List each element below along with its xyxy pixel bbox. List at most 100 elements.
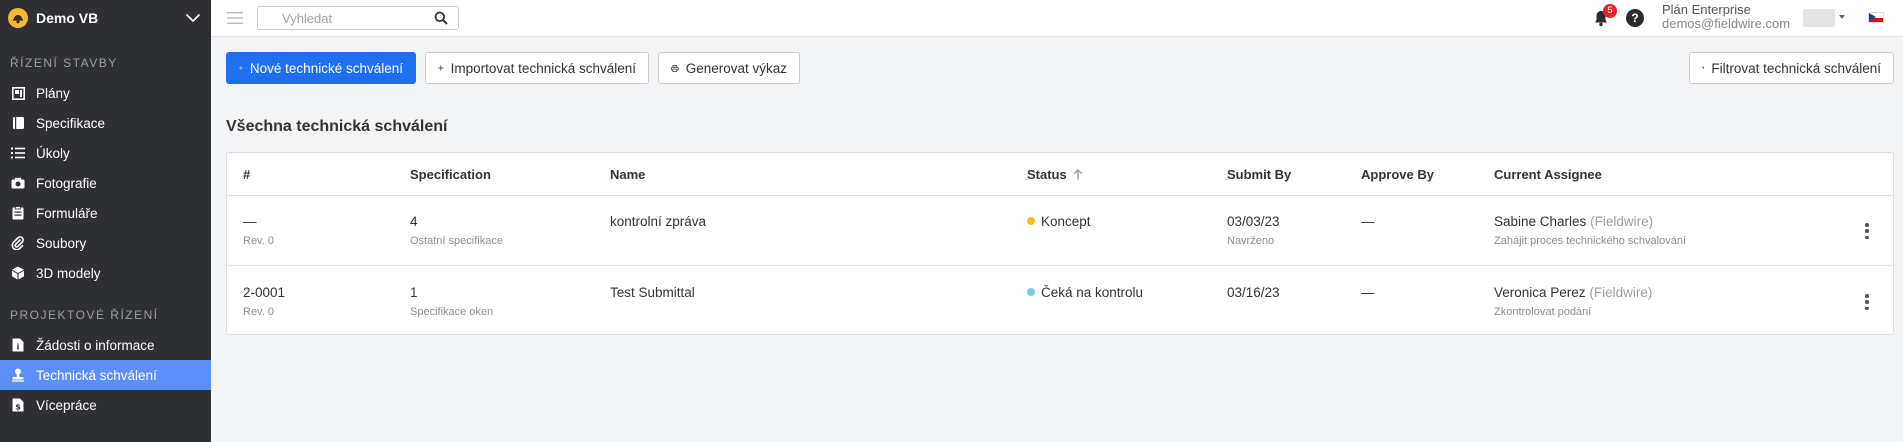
submittal-number-cell: 2-0001 Rev. 0 <box>243 284 285 319</box>
top-bar: 5 ? Plán Enterprise demos@fieldwire.com <box>211 0 1903 37</box>
submittal-name: Test Submittal <box>610 285 695 300</box>
new-submittal-label: Nové technické schválení <box>249 60 403 76</box>
import-submittals-label: Importovat technická schválení <box>450 60 636 76</box>
spec-name: Ostatní specifikace <box>410 235 503 247</box>
approve-by-cell: — <box>1361 213 1375 231</box>
sidebar-item-label: Plány <box>36 85 70 101</box>
column-header-approve-by[interactable]: Approve By <box>1361 167 1434 182</box>
spec-number: 4 <box>410 214 418 229</box>
column-header-number[interactable]: # <box>243 167 250 182</box>
approve-by-date: — <box>1361 214 1375 229</box>
table-row[interactable]: 2-0001 Rev. 0 1 Specifikace oken Test Su… <box>227 267 1893 337</box>
assignee-name: Sabine Charles <box>1494 214 1587 229</box>
submittal-number-cell: — Rev. 0 <box>243 213 274 248</box>
hamburger-menu-icon[interactable] <box>227 11 243 25</box>
name-cell: Test Submittal <box>610 284 695 302</box>
project-logo-icon <box>8 8 28 28</box>
specification-cell: 1 Specifikace oken <box>410 284 493 319</box>
sidebar: Demo VB Řízení stavby Plány Specifikace … <box>0 0 211 442</box>
row-more-options-icon[interactable] <box>1865 223 1869 239</box>
help-icon[interactable]: ? <box>1626 9 1644 27</box>
submit-by-cell: 03/16/23 <box>1227 284 1280 302</box>
sidebar-item-specifications[interactable]: Specifikace <box>0 108 211 138</box>
submit-by-date: 03/03/23 <box>1227 214 1280 229</box>
sidebar-item-label: Technická schválení <box>36 367 157 383</box>
czech-flag-icon[interactable] <box>1868 12 1884 23</box>
sort-ascending-icon <box>1073 169 1082 180</box>
specification-cell: 4 Ostatní specifikace <box>410 213 503 248</box>
generate-report-label: Generovat výkaz <box>685 60 787 76</box>
sidebar-item-3d-models[interactable]: 3D modely <box>0 258 211 288</box>
change-order-icon: $ <box>10 397 26 413</box>
search-icon[interactable] <box>434 11 448 25</box>
sidebar-item-photos[interactable]: Fotografie <box>0 168 211 198</box>
sidebar-item-plans[interactable]: Plány <box>0 78 211 108</box>
caret-down-icon[interactable] <box>1839 15 1845 19</box>
assignee-task: Zahájit proces technického schvalování <box>1494 235 1686 247</box>
submittal-revision: Rev. 0 <box>243 306 274 318</box>
plan-name: Plán Enterprise <box>1662 2 1751 17</box>
import-submittals-button[interactable]: Importovat technická schválení <box>425 52 649 84</box>
submittals-table: # Specification Name Status Submit By Ap… <box>226 152 1894 335</box>
project-name: Demo VB <box>36 10 99 26</box>
assignee-name: Veronica Perez <box>1494 285 1586 300</box>
status-cell: Čeká na kontrolu <box>1027 284 1143 302</box>
new-submittal-button[interactable]: Nové technické schválení <box>226 52 416 84</box>
generate-report-button[interactable]: Generovat výkaz <box>658 52 800 84</box>
account-info: Plán Enterprise demos@fieldwire.com <box>1662 3 1790 31</box>
column-header-name[interactable]: Name <box>610 167 645 182</box>
sidebar-item-label: Specifikace <box>36 115 106 131</box>
project-switcher[interactable]: Demo VB <box>0 0 211 36</box>
cube-icon <box>10 265 26 281</box>
status-draft-dot <box>1027 217 1035 225</box>
submittal-revision: Rev. 0 <box>243 235 274 247</box>
sidebar-item-submittals[interactable]: Technická schválení <box>0 360 211 390</box>
sidebar-item-label: Fotografie <box>36 175 97 191</box>
column-header-status[interactable]: Status <box>1027 167 1083 182</box>
plans-icon <box>10 85 26 101</box>
sidebar-item-rfis[interactable]: i Žádosti o informace <box>0 330 211 360</box>
chevron-down-icon[interactable] <box>183 8 203 28</box>
svg-text:i: i <box>17 343 20 352</box>
column-header-label: Submit By <box>1227 167 1292 182</box>
svg-text:$: $ <box>15 403 21 412</box>
camera-icon <box>10 175 26 191</box>
column-header-label: Status <box>1027 167 1067 182</box>
column-header-submit-by[interactable]: Submit By <box>1227 167 1291 182</box>
paperclip-icon <box>10 235 26 251</box>
table-header: # Specification Name Status Submit By Ap… <box>227 153 1893 196</box>
printer-icon <box>671 64 679 72</box>
sidebar-item-label: 3D modely <box>36 265 101 281</box>
assignee-cell: Sabine Charles (Fieldwire) Zahájit proce… <box>1494 213 1686 248</box>
section-title-project-management: Projektové řízení <box>10 308 159 322</box>
status-cell: Koncept <box>1027 213 1091 231</box>
sidebar-item-forms[interactable]: Formuláře <box>0 198 211 228</box>
column-header-specification[interactable]: Specification <box>410 167 491 182</box>
spec-number: 1 <box>410 285 418 300</box>
submittal-name: kontrolní zpráva <box>610 214 707 229</box>
column-header-label: Approve By <box>1361 167 1434 182</box>
column-header-label: Specification <box>410 167 491 182</box>
column-header-current-assignee[interactable]: Current Assignee <box>1494 167 1602 182</box>
submittal-number: — <box>243 214 257 229</box>
search-input[interactable] <box>258 7 428 29</box>
filter-icon <box>1702 66 1705 70</box>
avatar[interactable] <box>1803 9 1835 27</box>
row-more-options-icon[interactable] <box>1865 294 1869 310</box>
sidebar-item-change-orders[interactable]: $ Vícepráce <box>0 390 211 420</box>
filter-submittals-label: Filtrovat technická schválení <box>1711 60 1881 76</box>
column-header-label: # <box>243 167 251 182</box>
column-header-label: Name <box>610 167 646 182</box>
sidebar-item-label: Úkoly <box>36 145 70 161</box>
sidebar-item-label: Vícepráce <box>36 397 97 413</box>
tasks-icon <box>10 145 26 161</box>
page-title: Všechna technická schválení <box>226 118 448 135</box>
sidebar-item-files[interactable]: Soubory <box>0 228 211 258</box>
rfi-icon: i <box>10 337 26 353</box>
filter-submittals-button[interactable]: Filtrovat technická schválení <box>1689 52 1894 84</box>
status-badge: Koncept <box>1041 214 1091 229</box>
plus-icon <box>438 65 444 71</box>
table-row[interactable]: — Rev. 0 4 Ostatní specifikace kontrolní… <box>227 196 1893 266</box>
sidebar-item-tasks[interactable]: Úkoly <box>0 138 211 168</box>
stamp-icon <box>10 367 26 383</box>
